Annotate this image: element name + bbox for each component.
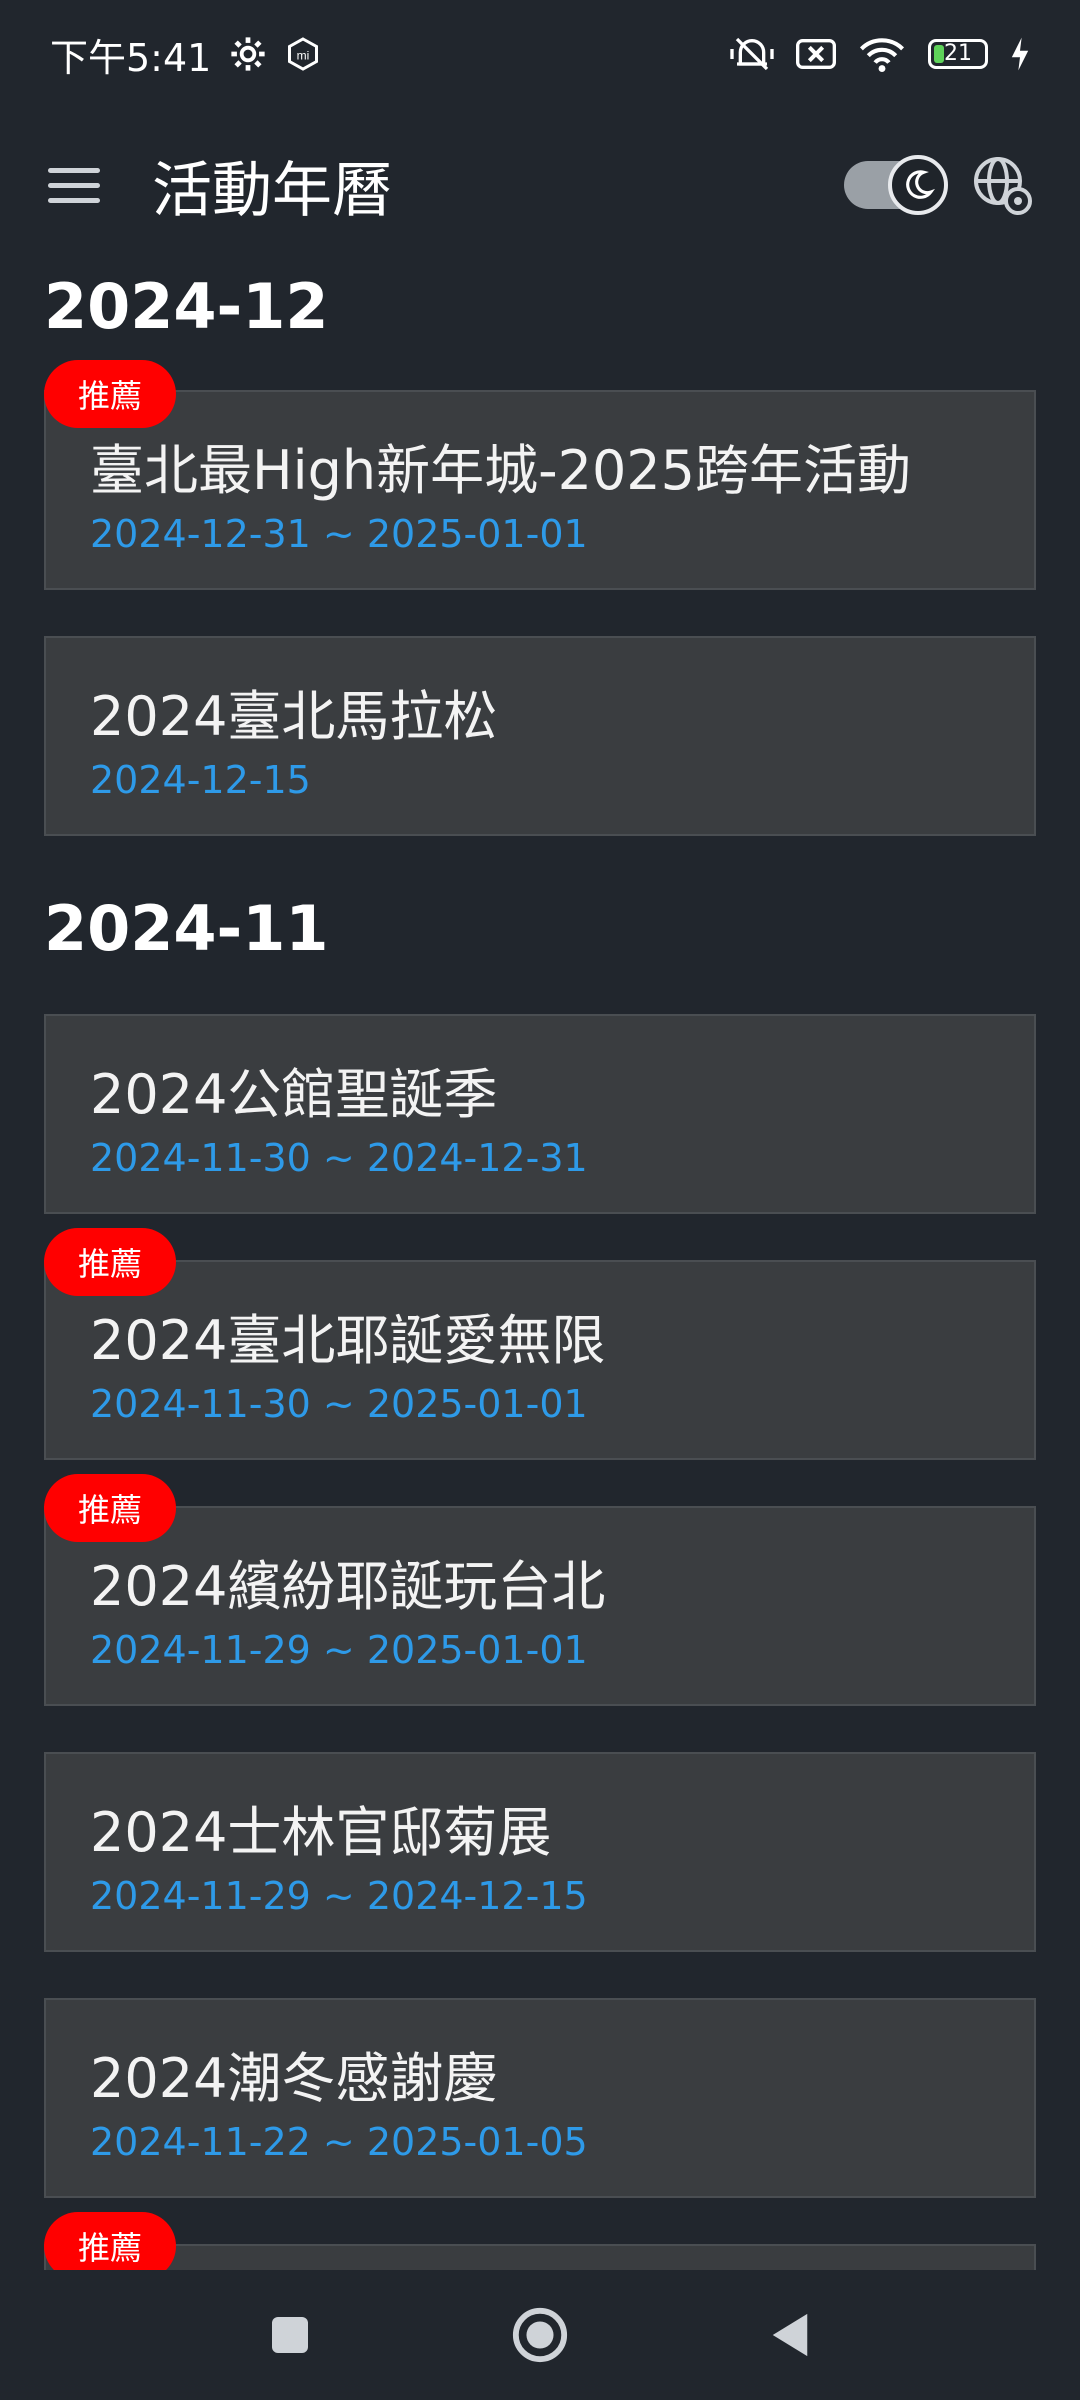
event-date: 2024-11-22 ~ 2025-01-05 bbox=[90, 2120, 588, 2164]
event-card[interactable]: 2024臺北耶誕愛無限 2024-11-30 ~ 2025-01-01 bbox=[44, 1260, 1036, 1460]
month-header: 2024-12 bbox=[44, 270, 329, 343]
status-bar: 下午5:41 mi 21 bbox=[0, 0, 1080, 108]
language-settings-icon[interactable] bbox=[972, 155, 1032, 215]
system-nav-bar bbox=[0, 2270, 1080, 2400]
event-card[interactable]: 2024臺北馬拉松 2024-12-15 bbox=[44, 636, 1036, 836]
event-title: 2024士林官邸菊展 bbox=[90, 1801, 552, 1864]
event-date: 2024-12-31 ~ 2025-01-01 bbox=[90, 512, 588, 556]
battery-icon: 21 bbox=[928, 39, 988, 69]
month-header: 2024-11 bbox=[44, 892, 329, 965]
gear-icon bbox=[229, 35, 267, 73]
event-date: 2024-11-29 ~ 2024-12-15 bbox=[90, 1874, 588, 1918]
event-card[interactable] bbox=[44, 2244, 1036, 2270]
event-date: 2024-11-29 ~ 2025-01-01 bbox=[90, 1628, 588, 1672]
status-left: 下午5:41 mi bbox=[50, 27, 321, 82]
app-bar: 活動年曆 bbox=[0, 120, 1080, 250]
event-date: 2024-11-30 ~ 2024-12-31 bbox=[90, 1136, 588, 1180]
dark-mode-toggle[interactable] bbox=[844, 155, 948, 215]
back-icon[interactable] bbox=[755, 2300, 825, 2370]
moon-icon bbox=[888, 155, 948, 215]
event-title: 2024臺北耶誕愛無限 bbox=[90, 1309, 606, 1372]
event-card[interactable]: 2024公館聖誕季 2024-11-30 ~ 2024-12-31 bbox=[44, 1014, 1036, 1214]
event-title: 2024臺北馬拉松 bbox=[90, 685, 498, 748]
event-title: 2024繽紛耶誕玩台北 bbox=[90, 1555, 606, 1618]
status-time: 下午5:41 bbox=[50, 35, 212, 80]
wifi-icon bbox=[858, 34, 906, 74]
status-right: 21 bbox=[730, 34, 1030, 74]
event-title: 臺北最High新年城-2025跨年活動 bbox=[90, 439, 912, 502]
recommended-badge: 推薦 bbox=[44, 360, 176, 428]
battery-level: 21 bbox=[944, 41, 972, 66]
page-title: 活動年曆 bbox=[152, 155, 392, 226]
recommended-badge: 推薦 bbox=[44, 1228, 176, 1296]
event-card[interactable]: 臺北最High新年城-2025跨年活動 2024-12-31 ~ 2025-01… bbox=[44, 390, 1036, 590]
menu-icon[interactable] bbox=[48, 155, 108, 215]
event-title: 2024公館聖誕季 bbox=[90, 1063, 498, 1126]
event-card[interactable]: 2024潮冬感謝慶 2024-11-22 ~ 2025-01-05 bbox=[44, 1998, 1036, 2198]
home-icon[interactable] bbox=[505, 2300, 575, 2370]
event-card[interactable]: 2024士林官邸菊展 2024-11-29 ~ 2024-12-15 bbox=[44, 1752, 1036, 1952]
event-date: 2024-11-30 ~ 2025-01-01 bbox=[90, 1382, 588, 1426]
recommended-badge: 推薦 bbox=[44, 2212, 176, 2270]
mute-vibrate-icon bbox=[730, 34, 774, 74]
event-list[interactable]: 2024-12 臺北最High新年城-2025跨年活動 2024-12-31 ~… bbox=[0, 260, 1080, 2270]
charging-icon bbox=[1010, 36, 1030, 72]
sim-off-icon bbox=[796, 37, 836, 71]
mi-icon: mi bbox=[285, 36, 321, 72]
svg-text:mi: mi bbox=[297, 48, 310, 62]
recents-icon[interactable] bbox=[255, 2300, 325, 2370]
recommended-badge: 推薦 bbox=[44, 1474, 176, 1542]
event-date: 2024-12-15 bbox=[90, 758, 311, 802]
event-title: 2024潮冬感謝慶 bbox=[90, 2047, 498, 2110]
event-card[interactable]: 2024繽紛耶誕玩台北 2024-11-29 ~ 2025-01-01 bbox=[44, 1506, 1036, 1706]
